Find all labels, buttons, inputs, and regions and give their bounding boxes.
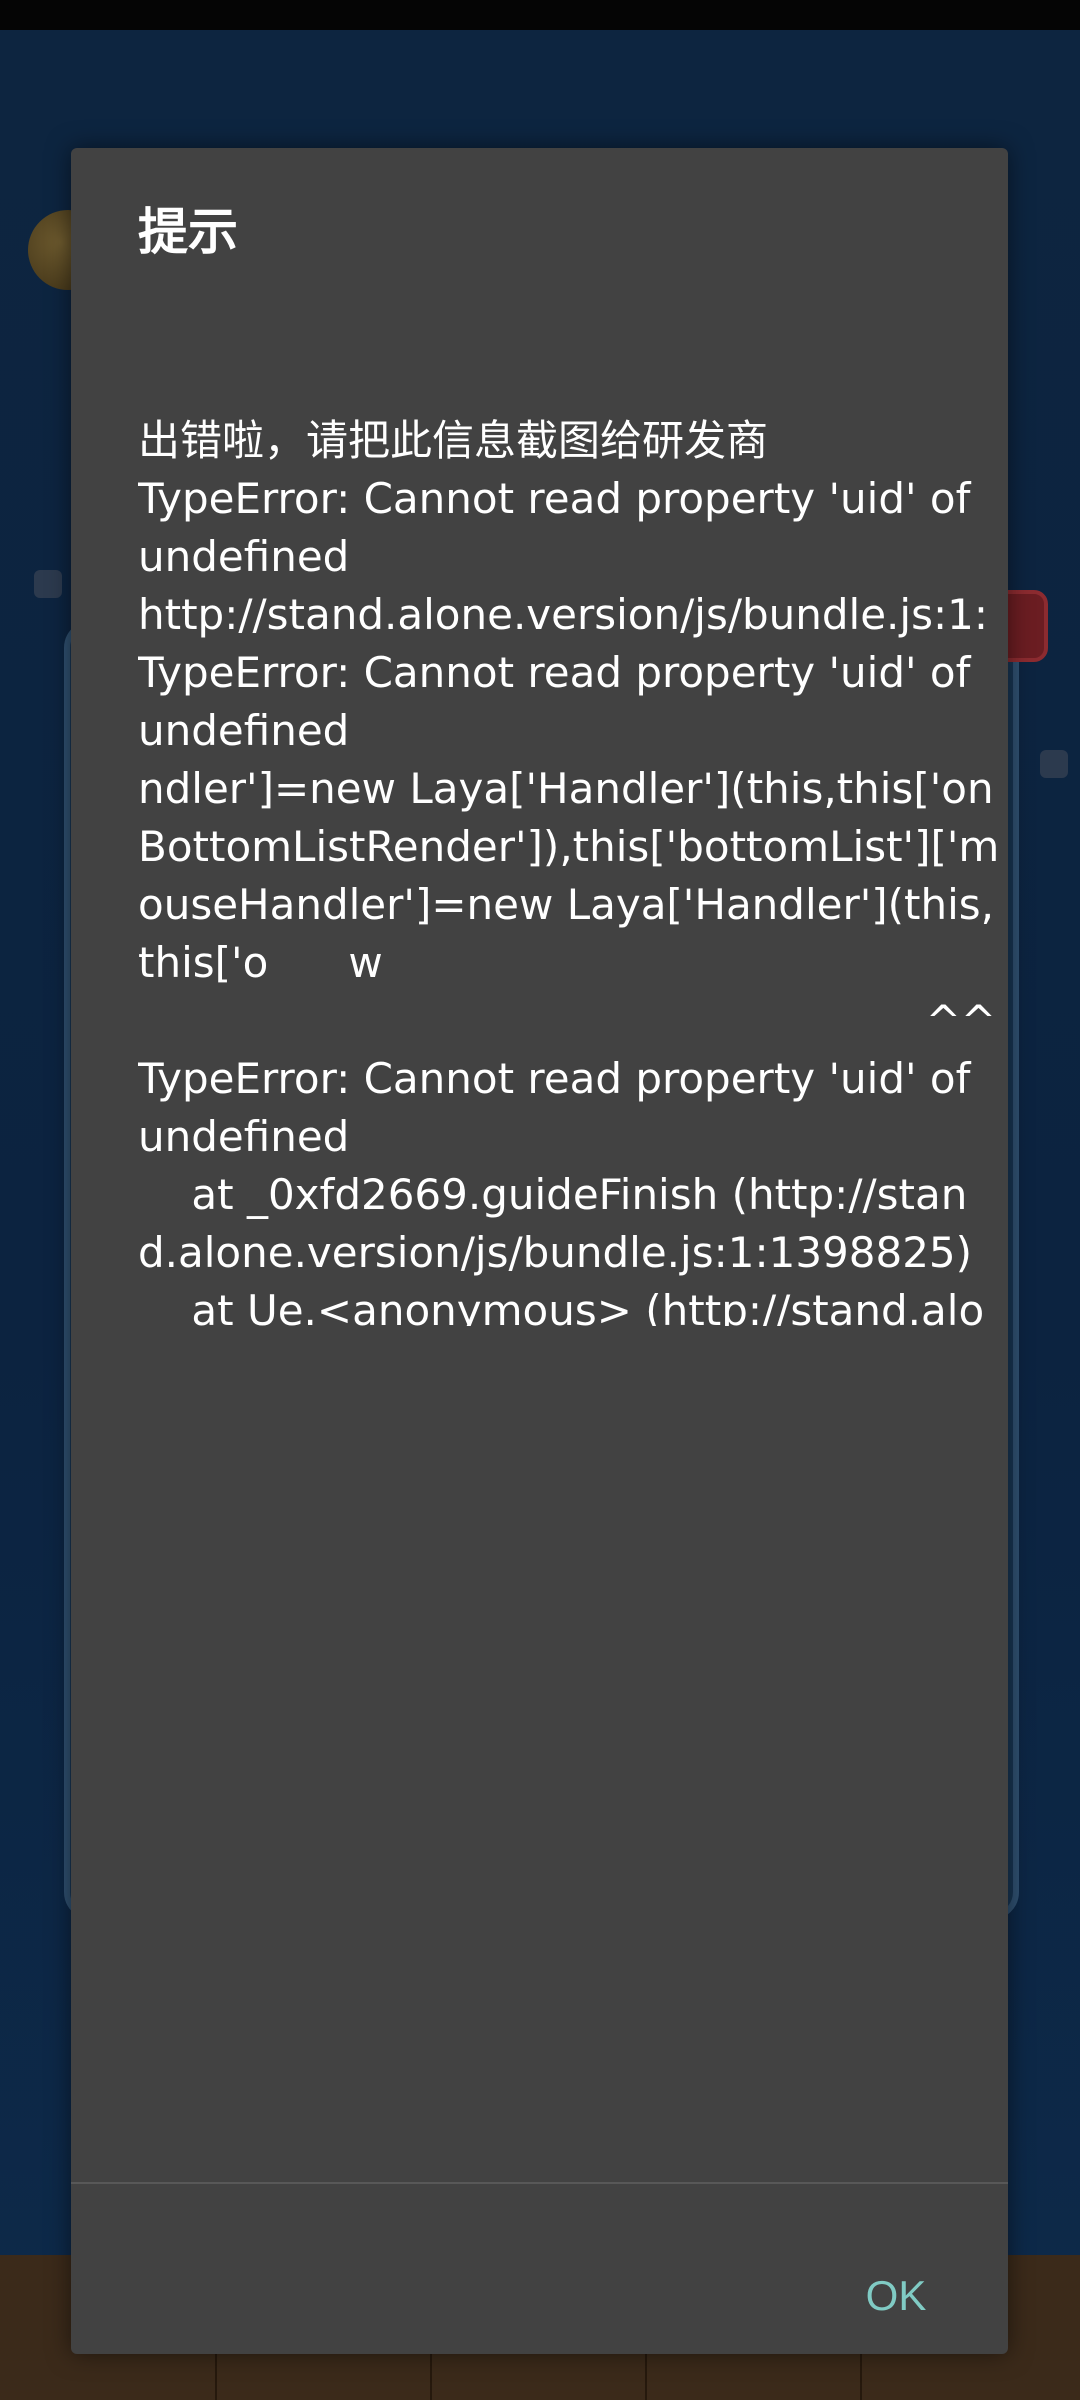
- dialog-divider: [71, 2182, 1008, 2184]
- dialog-message-scroll[interactable]: 出错啦，请把此信息截图给研发商 TypeError: Cannot read p…: [138, 296, 1004, 1326]
- error-dialog: 提示 出错啦，请把此信息截图给研发商 TypeError: Cannot rea…: [71, 148, 1008, 2354]
- dialog-title: 提示: [138, 203, 238, 261]
- error-message: 出错啦，请把此信息截图给研发商 TypeError: Cannot read p…: [138, 416, 1000, 1326]
- screen: 提示 出错啦，请把此信息截图给研发商 TypeError: Cannot rea…: [0, 0, 1080, 2400]
- ok-button[interactable]: OK: [821, 2258, 971, 2334]
- side-marker-icon: [34, 570, 62, 598]
- status-bar: [0, 0, 1080, 30]
- side-marker-icon: [1040, 750, 1068, 778]
